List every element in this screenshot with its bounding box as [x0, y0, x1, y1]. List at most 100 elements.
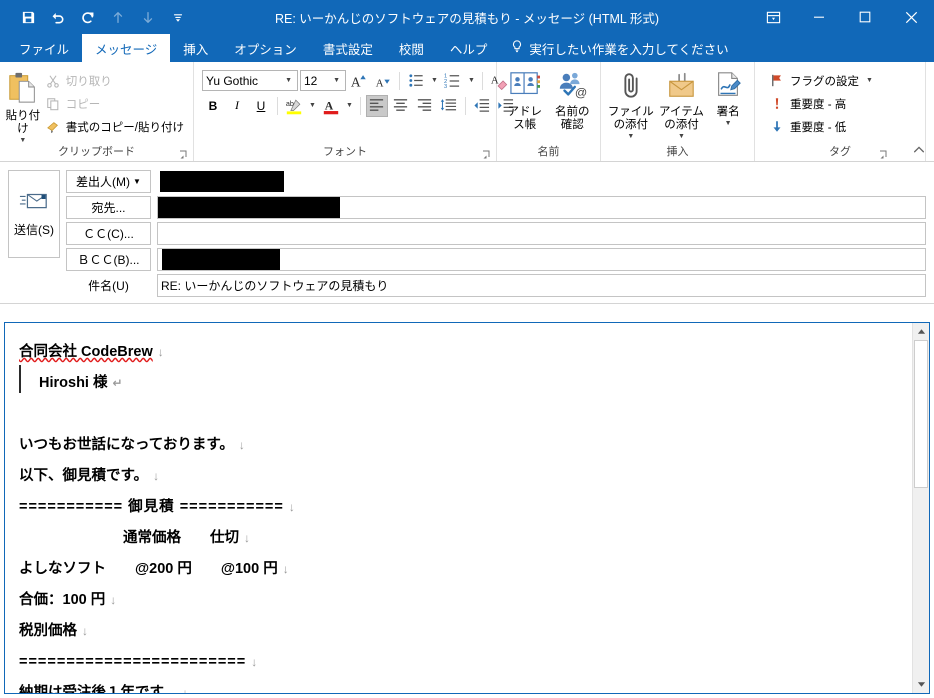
- tab-file[interactable]: ファイル: [6, 34, 82, 62]
- bold-icon[interactable]: B: [202, 95, 224, 117]
- italic-icon[interactable]: I: [226, 95, 248, 117]
- next-item-icon[interactable]: [134, 4, 162, 30]
- send-button[interactable]: 送信(S): [8, 170, 60, 258]
- scroll-down-icon[interactable]: [913, 676, 929, 693]
- address-book-button[interactable]: アドレス帳: [502, 66, 548, 132]
- cc-button[interactable]: ＣＣ(C)...: [66, 222, 151, 245]
- font-family-combo[interactable]: Yu Gothic ▼: [202, 70, 298, 91]
- ribbon-display-options-icon[interactable]: [750, 0, 796, 34]
- to-input[interactable]: [157, 196, 926, 219]
- attach-item-button[interactable]: アイテムの添付 ▼: [657, 66, 707, 140]
- svg-text:@: @: [575, 85, 587, 99]
- tab-insert[interactable]: 挿入: [170, 34, 221, 62]
- quick-access-toolbar: [0, 4, 192, 30]
- tell-me-search[interactable]: 実行したい作業を入力してください: [500, 34, 738, 62]
- signature-label: 署名: [716, 106, 740, 118]
- copy-button[interactable]: コピー: [41, 92, 188, 115]
- low-importance-icon: [769, 119, 785, 135]
- scrollbar-track[interactable]: [913, 340, 929, 676]
- message-body-area: 合同会社 CodeBrew ↓ Hiroshi 様 ↵ いつもお世話になっております…: [4, 322, 930, 694]
- shrink-font-icon[interactable]: A: [372, 70, 394, 92]
- paragraph-mark: ↓: [182, 686, 189, 693]
- paste-button[interactable]: 貼り付け ▼: [5, 66, 41, 144]
- tags-dialog-launcher-icon[interactable]: [879, 149, 889, 159]
- redo-icon[interactable]: [74, 4, 102, 30]
- attach-file-button[interactable]: ファイルの添付 ▼: [606, 66, 656, 140]
- follow-up-flag-button[interactable]: フラグの設定 ▼: [765, 69, 879, 92]
- font-dialog-launcher-icon[interactable]: [482, 149, 492, 159]
- chevron-down-icon[interactable]: ▼: [678, 133, 685, 140]
- subject-input[interactable]: RE: いーかんじのソフトウェアの見積もり: [157, 274, 926, 297]
- font-color-icon[interactable]: A: [320, 95, 342, 117]
- from-button[interactable]: 差出人(M) ▼: [66, 170, 151, 193]
- signature-icon: [713, 70, 743, 103]
- align-right-icon[interactable]: [414, 95, 436, 117]
- cc-row: ＣＣ(C)...: [66, 222, 926, 245]
- format-painter-button[interactable]: 書式のコピー/貼り付け: [41, 115, 188, 138]
- scrollbar-thumb[interactable]: [914, 340, 928, 488]
- clipboard-dialog-launcher-icon[interactable]: [179, 149, 189, 159]
- bcc-button[interactable]: ＢＣＣ(B)...: [66, 248, 151, 271]
- bcc-input[interactable]: [157, 248, 926, 271]
- message-body[interactable]: 合同会社 CodeBrew ↓ Hiroshi 様 ↵ いつもお世話になっております…: [5, 323, 912, 693]
- scroll-up-icon[interactable]: [913, 323, 929, 340]
- chevron-down-icon[interactable]: ▼: [627, 133, 634, 140]
- svg-text:3: 3: [444, 84, 447, 89]
- chevron-down-icon[interactable]: ▼: [466, 77, 477, 84]
- from-row: 差出人(M) ▼: [66, 170, 926, 193]
- close-icon[interactable]: [888, 0, 934, 34]
- align-left-icon[interactable]: [365, 94, 388, 117]
- to-button[interactable]: 宛先...: [66, 196, 151, 219]
- body-line-text: よしなソフト @200 円 @100 円: [19, 561, 278, 577]
- text-highlight-icon[interactable]: ab: [283, 95, 305, 117]
- chevron-down-icon[interactable]: ▼: [429, 77, 440, 84]
- customize-qat-icon[interactable]: [164, 4, 192, 30]
- numbering-icon[interactable]: 123: [442, 70, 464, 92]
- underline-icon[interactable]: U: [250, 95, 272, 117]
- maximize-icon[interactable]: [842, 0, 888, 34]
- tab-message[interactable]: メッセージ: [82, 34, 171, 62]
- font-row-1: Yu Gothic ▼ 12 ▼ A A ▼ 1 2 3 ▼ A: [202, 68, 510, 93]
- svg-text:A: A: [376, 77, 384, 89]
- cut-button[interactable]: 切り取り: [41, 69, 188, 92]
- to-row: 宛先...: [66, 196, 926, 219]
- address-book-label: アドレス帳: [507, 106, 543, 131]
- decrease-indent-icon[interactable]: [471, 95, 493, 117]
- save-icon[interactable]: [14, 4, 42, 30]
- body-line: =========== 御見積 =========== ↓: [19, 492, 902, 523]
- line-spacing-icon[interactable]: [438, 95, 460, 117]
- minimize-icon[interactable]: [796, 0, 842, 34]
- ribbon-tabs: ファイル メッセージ 挿入 オプション 書式設定 校閲 ヘルプ 実行したい作業を…: [0, 34, 934, 62]
- chevron-down-icon[interactable]: ▼: [19, 137, 26, 144]
- from-input[interactable]: [157, 170, 926, 193]
- collapse-ribbon-icon[interactable]: [912, 143, 928, 159]
- chevron-down-icon[interactable]: ▼: [864, 77, 875, 84]
- bcc-label: ＢＣＣ(B)...: [77, 253, 140, 267]
- chevron-down-icon[interactable]: ▼: [344, 102, 355, 109]
- high-importance-button[interactable]: 重要度 - 高: [765, 92, 879, 115]
- tab-help[interactable]: ヘルプ: [437, 34, 501, 62]
- svg-text:A: A: [351, 74, 361, 89]
- cc-input[interactable]: [157, 222, 926, 245]
- body-line: Hiroshi 様 ↵: [19, 368, 902, 399]
- check-names-button[interactable]: @ 名前の確認: [550, 66, 596, 132]
- align-center-icon[interactable]: [390, 95, 412, 117]
- previous-item-icon[interactable]: [104, 4, 132, 30]
- chevron-down-icon[interactable]: ▼: [725, 120, 732, 127]
- chevron-down-icon[interactable]: ▼: [331, 77, 342, 84]
- tab-review[interactable]: 校閲: [386, 34, 437, 62]
- grow-font-icon[interactable]: A: [348, 70, 370, 92]
- chevron-down-icon[interactable]: ▼: [307, 102, 318, 109]
- tab-format-text[interactable]: 書式設定: [310, 34, 386, 62]
- undo-icon[interactable]: [44, 4, 72, 30]
- tab-options[interactable]: オプション: [221, 34, 310, 62]
- chevron-down-icon[interactable]: ▼: [283, 77, 294, 84]
- paragraph-mark: ↓: [282, 562, 289, 576]
- body-scrollbar[interactable]: [912, 323, 929, 693]
- font-size-combo[interactable]: 12 ▼: [300, 70, 346, 91]
- high-importance-icon: [769, 96, 785, 112]
- signature-button[interactable]: 署名 ▼: [707, 66, 749, 127]
- low-importance-button[interactable]: 重要度 - 低: [765, 115, 879, 138]
- bullets-icon[interactable]: [405, 70, 427, 92]
- chevron-down-icon[interactable]: ▼: [133, 177, 141, 186]
